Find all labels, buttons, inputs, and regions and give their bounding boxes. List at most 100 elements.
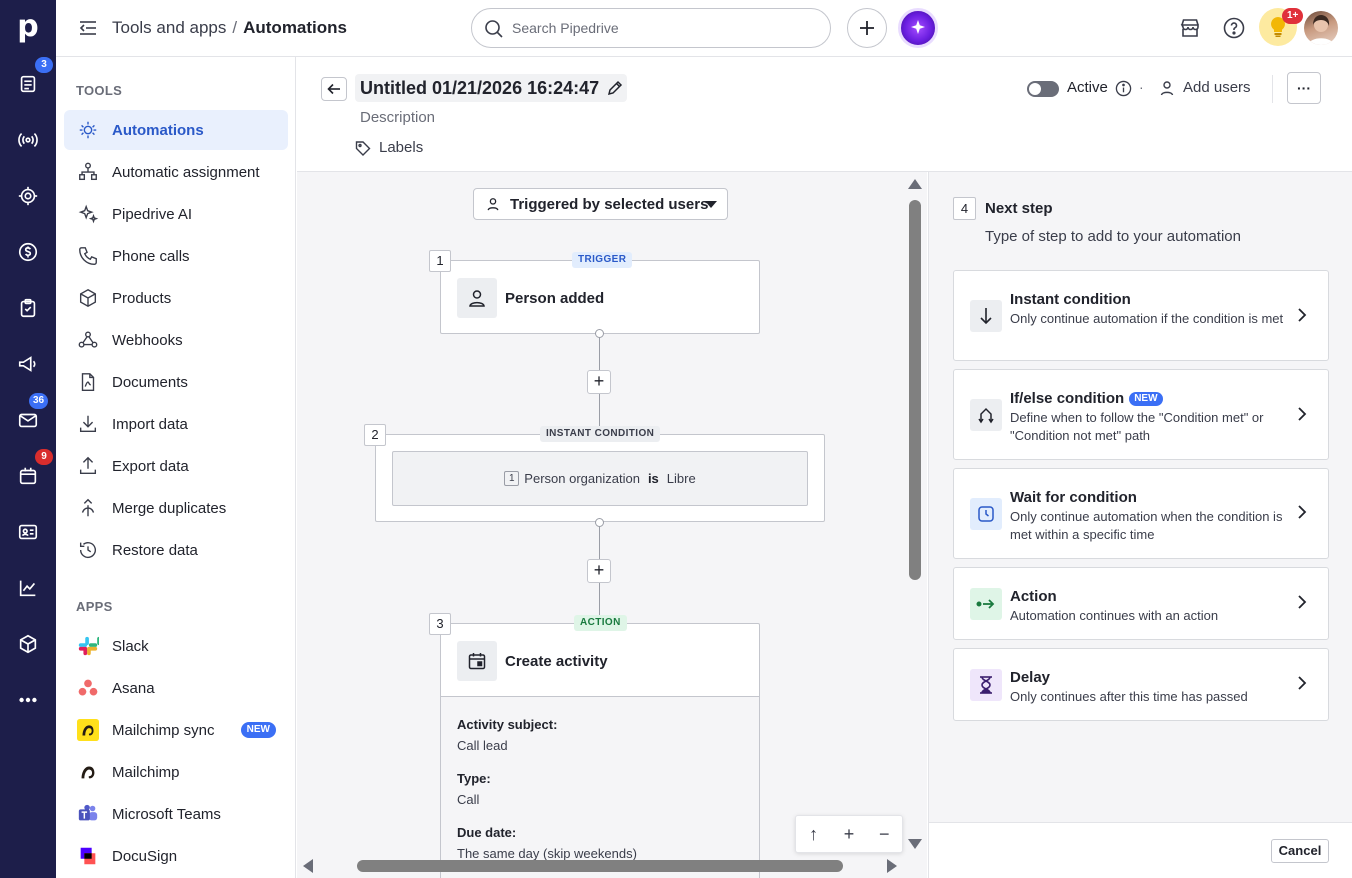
sidebar-item-webhooks[interactable]: Webhooks xyxy=(64,320,288,360)
sidebar-item-asana[interactable]: Asana xyxy=(64,668,288,708)
calendar-badge: 9 xyxy=(35,449,53,465)
trigger-step[interactable]: Person added xyxy=(440,260,760,334)
calendar-icon xyxy=(457,641,497,681)
search-input[interactable] xyxy=(512,17,812,39)
sidebar-item-export-data[interactable]: Export data xyxy=(64,446,288,486)
sidebar-item-pipedrive-ai[interactable]: Pipedrive AI xyxy=(64,194,288,234)
sidebar-item-mailchimp[interactable]: Mailchimp xyxy=(64,752,288,792)
scroll-up-arrow[interactable] xyxy=(908,179,922,189)
automation-canvas[interactable]: Triggered by selected users Person added… xyxy=(297,172,927,878)
leads-icon[interactable] xyxy=(14,70,42,98)
add-step-button[interactable]: + xyxy=(587,559,611,583)
user-icon xyxy=(1160,80,1174,95)
help-icon[interactable] xyxy=(1222,16,1246,40)
campaigns-icon[interactable] xyxy=(14,350,42,378)
condition-field: Person organization xyxy=(524,471,640,486)
chevron-right-icon xyxy=(1298,595,1307,609)
zoom-in-button[interactable]: + xyxy=(837,822,861,846)
products-icon[interactable] xyxy=(14,630,42,658)
marketplace-icon[interactable] xyxy=(1178,16,1202,40)
more-options-button[interactable]: ··· xyxy=(1287,72,1321,104)
option-instant-condition[interactable]: Instant condition Only continue automati… xyxy=(953,270,1329,361)
action-step[interactable]: Create activity Activity subject: Call l… xyxy=(440,623,760,878)
add-step-button[interactable]: + xyxy=(587,370,611,394)
option-description: Automation continues with an action xyxy=(1010,608,1219,623)
mail-icon[interactable] xyxy=(14,406,42,434)
description-field[interactable]: Description xyxy=(360,109,435,126)
option-if-else-condition[interactable]: If/else condition NEW Define when to foll… xyxy=(953,369,1329,460)
condition-value: Libre xyxy=(666,471,696,486)
sidebar-item-label: Automations xyxy=(112,121,204,139)
trigger-tag: TRIGGER xyxy=(572,252,633,268)
cancel-button[interactable]: Cancel xyxy=(1271,839,1329,863)
horizontal-scrollbar[interactable] xyxy=(357,860,843,872)
zoom-out-button[interactable]: − xyxy=(872,822,896,846)
sidebar-item-label: Products xyxy=(112,289,172,307)
detail-value: Call lead xyxy=(457,738,508,753)
back-button[interactable] xyxy=(321,77,347,101)
labels-button[interactable]: Labels xyxy=(355,139,423,156)
scroll-right-arrow[interactable] xyxy=(887,859,897,873)
active-toggle[interactable] xyxy=(1027,81,1059,97)
tools-sidebar: TOOLS Automations Automatic assignment P… xyxy=(56,57,296,878)
user-avatar[interactable] xyxy=(1304,11,1338,45)
document-icon xyxy=(76,370,100,394)
search-box[interactable] xyxy=(471,8,831,48)
mailchimp-icon xyxy=(76,760,100,784)
deals-icon[interactable] xyxy=(14,238,42,266)
insights-icon[interactable] xyxy=(14,574,42,602)
sidebar-item-products[interactable]: Products xyxy=(64,278,288,318)
active-label: Active xyxy=(1067,79,1108,96)
calendar-icon[interactable] xyxy=(14,462,42,490)
vertical-scrollbar[interactable] xyxy=(909,200,921,580)
asana-icon xyxy=(76,676,100,700)
arrow-left-icon xyxy=(327,83,340,95)
sidebar-item-label: Export data xyxy=(112,457,189,475)
ai-assistant-button[interactable] xyxy=(898,8,938,48)
pipedrive-logo[interactable]: p xyxy=(14,10,42,44)
condition-tag: INSTANT CONDITION xyxy=(540,426,661,442)
option-delay[interactable]: Delay Only continues after this time has… xyxy=(953,648,1329,721)
connector-dot xyxy=(595,329,604,338)
option-title: Delay xyxy=(1010,669,1051,686)
sidebar-item-phone-calls[interactable]: Phone calls xyxy=(64,236,288,276)
condition-index: 1 xyxy=(504,471,520,486)
sidebar-item-merge-duplicates[interactable]: Merge duplicates xyxy=(64,488,288,528)
option-wait-for-condition[interactable]: Wait for condition Only continue automat… xyxy=(953,468,1329,559)
hourglass-icon xyxy=(970,669,1002,701)
new-badge: NEW xyxy=(240,722,276,738)
info-icon[interactable] xyxy=(1115,80,1132,97)
sidebar-item-label: Slack xyxy=(112,637,149,655)
pencil-icon[interactable] xyxy=(607,80,623,96)
app-rail: p 3 36 9 xyxy=(0,0,56,878)
sidebar-item-docusign[interactable]: DocuSign xyxy=(64,836,288,876)
tasks-icon[interactable] xyxy=(14,294,42,322)
sidebar-item-automatic-assignment[interactable]: Automatic assignment xyxy=(64,152,288,192)
sidebar-item-automations[interactable]: Automations xyxy=(64,110,288,150)
more-apps-icon[interactable] xyxy=(14,686,42,714)
target-icon[interactable] xyxy=(14,182,42,210)
scroll-down-arrow[interactable] xyxy=(908,839,922,849)
option-title: If/else condition NEW xyxy=(1010,390,1163,407)
sidebar-item-slack[interactable]: Slack xyxy=(64,626,288,666)
option-action[interactable]: Action Automation continues with an acti… xyxy=(953,567,1329,640)
sidebar-item-mailchimp-sync[interactable]: Mailchimp sync NEW xyxy=(64,710,288,750)
new-badge: NEW xyxy=(1129,391,1163,406)
contacts-icon[interactable] xyxy=(14,518,42,546)
sidebar-item-microsoft-teams[interactable]: Microsoft Teams xyxy=(64,794,288,834)
scroll-left-arrow[interactable] xyxy=(303,859,313,873)
breadcrumb-parent[interactable]: Tools and apps xyxy=(112,18,226,37)
quick-add-button[interactable] xyxy=(847,8,887,48)
trigger-selector[interactable]: Triggered by selected users xyxy=(473,188,728,220)
automation-title[interactable]: Untitled 01/21/2026 16:24:47 xyxy=(355,74,628,102)
condition-rule[interactable]: 1 Person organization is Libre xyxy=(392,451,808,506)
collapse-menu-icon[interactable] xyxy=(78,18,98,38)
sidebar-item-restore-data[interactable]: Restore data xyxy=(64,530,288,570)
mail-badge: 36 xyxy=(29,393,49,409)
arrow-up-icon[interactable]: ↑ xyxy=(802,822,826,846)
add-users-button[interactable]: Add users xyxy=(1159,79,1251,96)
condition-step[interactable]: 1 Person organization is Libre xyxy=(375,434,825,522)
sidebar-item-documents[interactable]: Documents xyxy=(64,362,288,402)
sidebar-item-import-data[interactable]: Import data xyxy=(64,404,288,444)
broadcast-icon[interactable] xyxy=(14,126,42,154)
